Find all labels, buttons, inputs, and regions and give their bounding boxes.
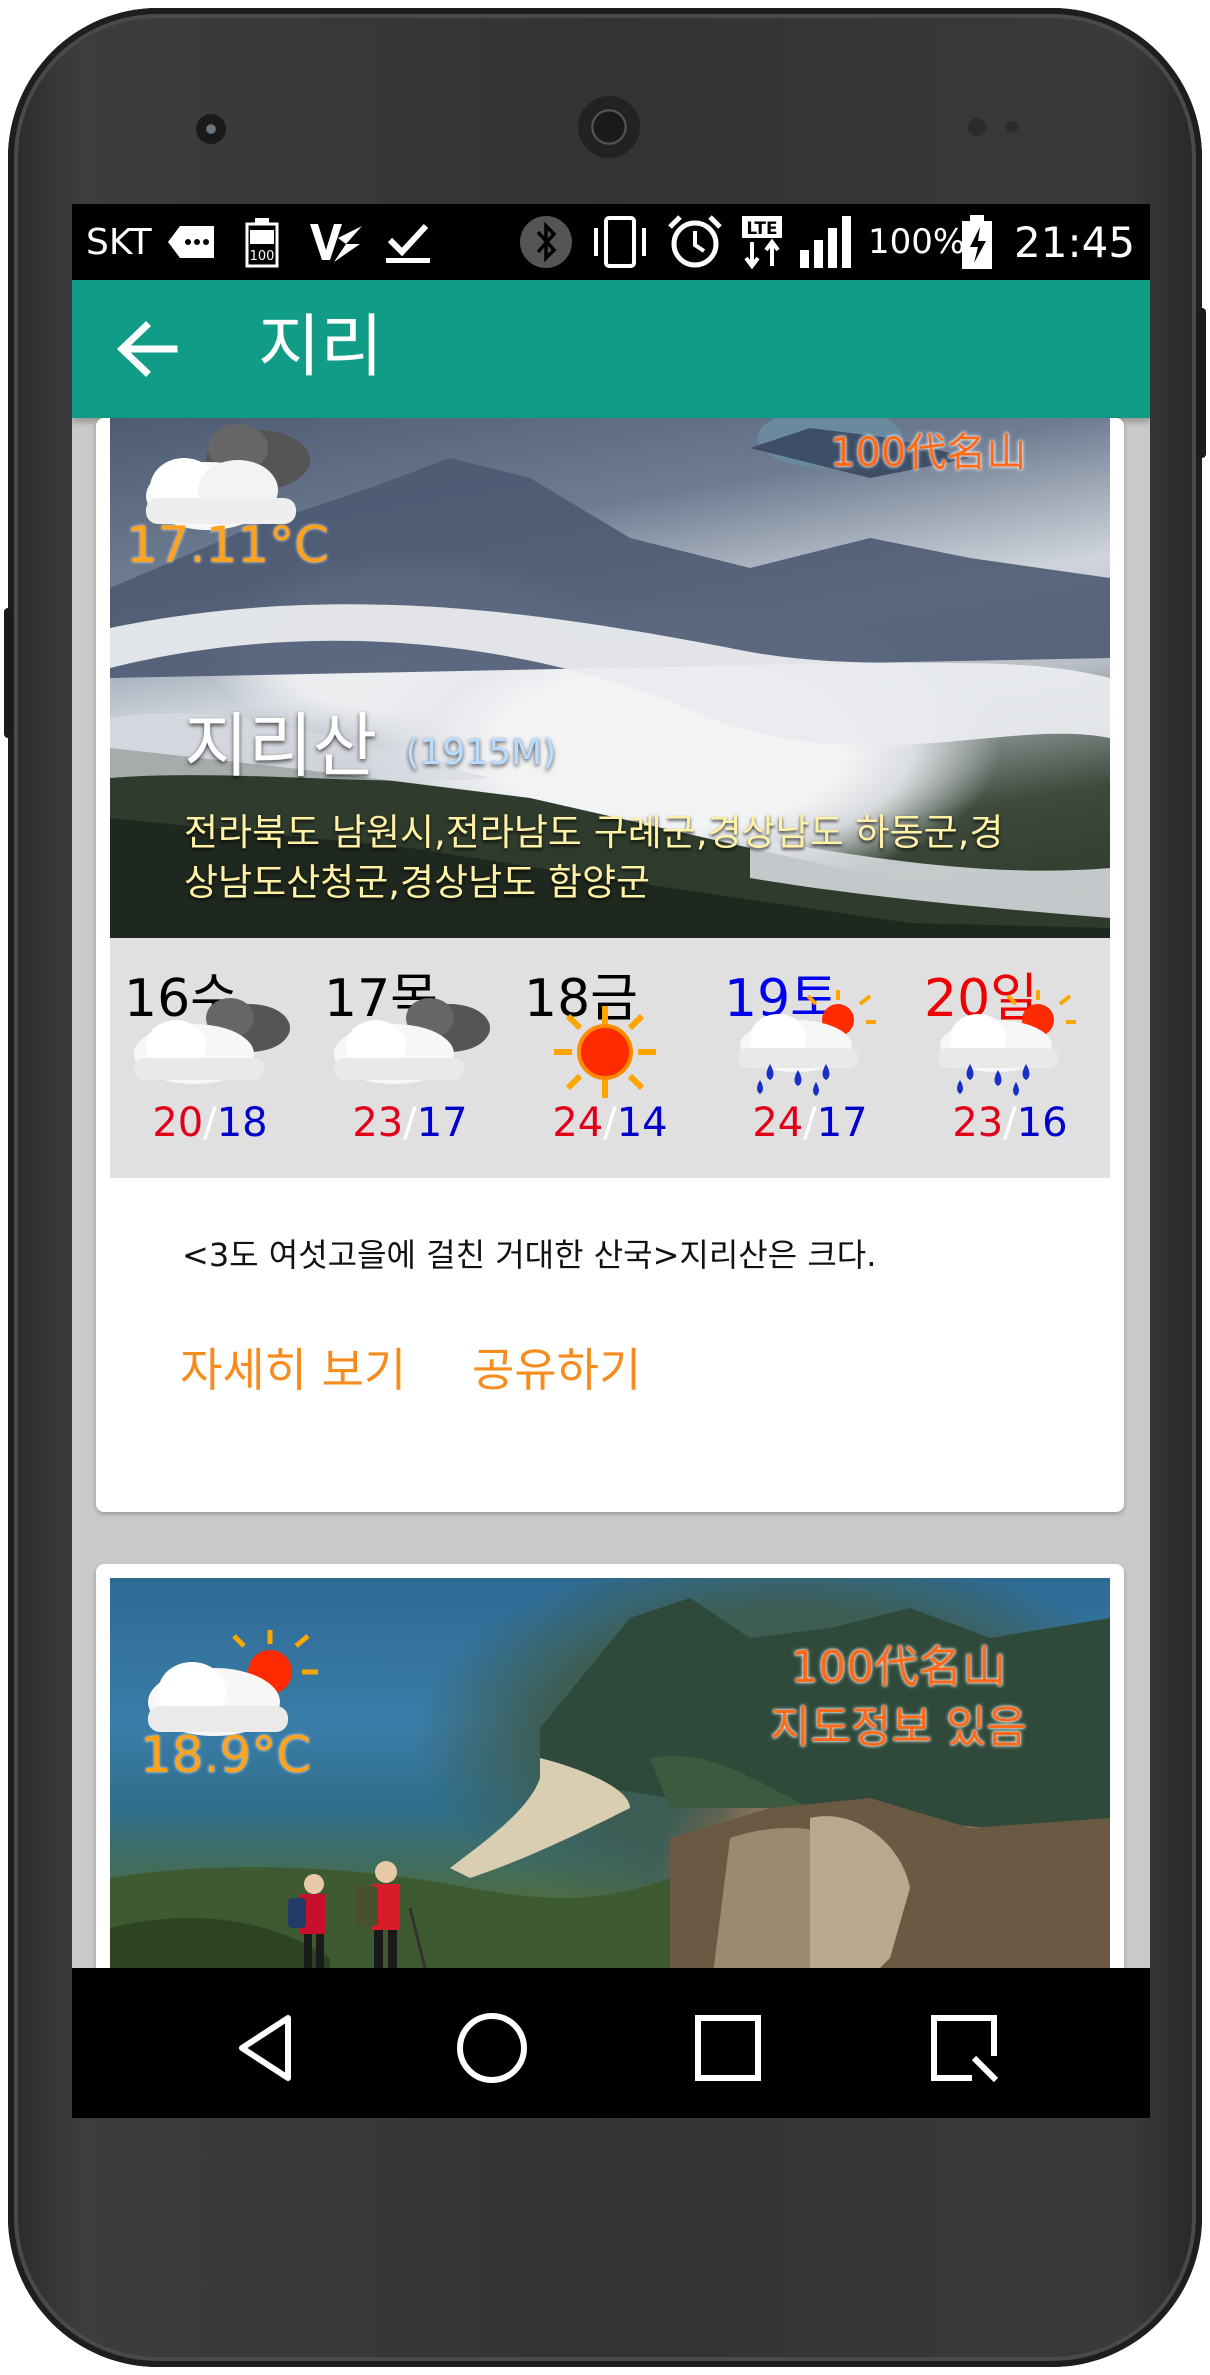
search-square-icon[interactable]: [924, 2008, 1004, 2088]
recents-square-icon[interactable]: [688, 2008, 768, 2088]
details-button[interactable]: 자세히 보기: [180, 1334, 406, 1400]
alarm-icon: [666, 204, 724, 280]
mountain-photo: 17.11°C 100代名山 지리산 (1915M) 전라북도 남원시,전라남도…: [110, 418, 1110, 938]
home-circle-icon[interactable]: [452, 2008, 532, 2088]
mountain-card[interactable]: 17.11°C 100代名山 지리산 (1915M) 전라북도 남원시,전라남도…: [96, 418, 1124, 1512]
battery-small-icon: 100: [244, 204, 280, 280]
app-bar: 지리: [72, 280, 1150, 418]
forecast-temps: 24/17: [752, 1100, 868, 1146]
earpiece-speaker: [578, 96, 640, 158]
100-mountains-badge: 100代名山: [830, 430, 1027, 476]
100-mountains-badge: 100代名山 지도정보 있음: [770, 1642, 1027, 1753]
battery-charging-icon: [960, 204, 994, 280]
elevation: (1915M): [405, 732, 557, 773]
forecast-day: 20일 23/16: [910, 938, 1110, 1178]
carrier-label: SKT: [86, 221, 152, 263]
arrow-left-icon[interactable]: [112, 314, 182, 384]
forecast-temps: 20/18: [152, 1100, 268, 1146]
forecast-day: 17목 23/17: [310, 938, 510, 1178]
current-temp: 18.9°C: [140, 1726, 312, 1784]
mountain-location: 전라북도 남원시,전라남도 구례군,경상남도 하동군,경 상남도산청군,경상남도…: [184, 811, 1004, 904]
forecast-temps: 23/17: [352, 1100, 468, 1146]
cloudy-icon: [134, 998, 290, 1084]
forecast-temps: 24/14: [552, 1100, 668, 1146]
status-bar: SKT 100 LTE 100% 21:45: [72, 204, 1150, 280]
mountain-name: 지리산 (1915M): [184, 705, 557, 787]
page-title: 지리: [258, 308, 384, 387]
mountain-card[interactable]: 18.9°C 100代名山 지도정보 있음: [96, 1564, 1124, 1984]
front-camera: [196, 114, 226, 144]
battery-percent: 100%: [868, 222, 966, 262]
bluetooth-icon: [518, 204, 574, 280]
signal-icon: [798, 204, 858, 280]
forecast-strip: 16수 20/18 17목 23/17 18금 24/14 19토 24/17 …: [110, 938, 1110, 1178]
volume-button: [4, 608, 12, 738]
mountain-description: <3도 여섯고을에 걸친 거대한 산국>지리산은 크다.: [182, 1236, 877, 1274]
forecast-day: 18금 24/14: [510, 938, 710, 1178]
forecast-temps: 23/16: [952, 1100, 1068, 1146]
light-sensor: [1006, 121, 1018, 133]
message-icon: [166, 204, 218, 280]
svg-text:LTE: LTE: [746, 219, 777, 239]
power-button: [1198, 308, 1206, 458]
forecast-day: 19토 24/17: [710, 938, 910, 1178]
rain-sun-icon: [938, 990, 1076, 1096]
hikers-image: [288, 1861, 431, 1984]
vibrate-icon: [590, 204, 650, 280]
proximity-sensor: [968, 118, 986, 136]
rain-sun-icon: [738, 990, 876, 1096]
forecast-day: 16수 20/18: [110, 938, 310, 1178]
navigation-bar: [72, 1968, 1150, 2118]
back-triangle-icon[interactable]: [228, 2008, 308, 2088]
clock: 21:45: [1014, 217, 1136, 267]
share-button[interactable]: 공유하기: [472, 1334, 641, 1400]
vpn-icon: [308, 204, 364, 280]
current-temp: 17.11°C: [126, 516, 330, 574]
mountain-photo: 18.9°C 100代名山 지도정보 있음: [110, 1578, 1110, 1984]
download-icon: [384, 204, 432, 280]
cloudy-icon: [334, 998, 490, 1084]
sunny-icon: [554, 1006, 656, 1098]
screen: SKT 100 LTE 100% 21:45 지리 17.11°C 100代名山…: [72, 204, 1150, 2118]
svg-text:100: 100: [250, 249, 275, 264]
phone-frame: SKT 100 LTE 100% 21:45 지리 17.11°C 100代名山…: [4, 8, 1206, 2367]
lte-icon: LTE: [738, 204, 786, 280]
